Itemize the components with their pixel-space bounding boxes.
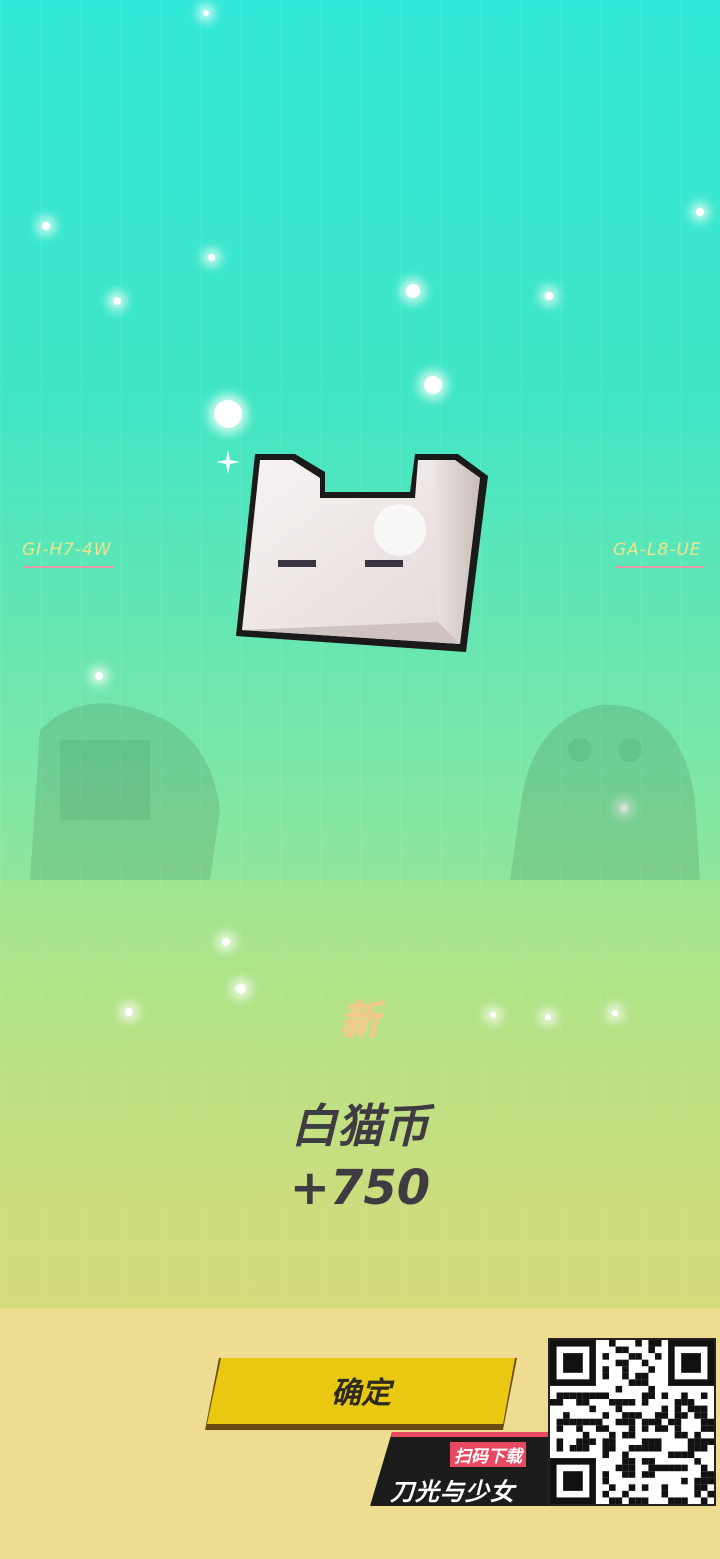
- sparkle: [545, 1014, 551, 1020]
- sparkle: [203, 10, 209, 16]
- sparkle: [42, 222, 50, 230]
- sparkle: [95, 672, 103, 680]
- left-side-code: GI-H7-4W: [22, 540, 114, 568]
- right-side-code: GA-L8-UE: [613, 540, 704, 568]
- sparkle: [208, 254, 215, 261]
- new-tag: 新: [340, 998, 380, 1044]
- left-character-silhouette: [30, 703, 220, 880]
- sparkle-star-icon: [216, 450, 240, 474]
- sparkle: [113, 297, 121, 305]
- scan-to-download-label: 扫码下载: [450, 1442, 526, 1467]
- sparkle: [214, 400, 242, 428]
- game-promo-banner: 扫码下载 刀光与少女: [370, 1432, 552, 1510]
- sparkle: [696, 208, 704, 216]
- sparkle: [424, 376, 442, 394]
- reward-amount: +750: [289, 1160, 431, 1216]
- sparkle: [125, 1008, 133, 1016]
- confirm-button-label: 确定: [331, 1376, 391, 1411]
- sparkle: [406, 284, 420, 298]
- sparkle: [545, 292, 553, 300]
- sparkle: [490, 1012, 496, 1018]
- qr-code-icon: [548, 1338, 716, 1506]
- reward-item-name: 白猫币: [291, 1099, 429, 1153]
- confirm-button[interactable]: 确定: [205, 1358, 517, 1430]
- right-character-silhouette: [510, 704, 700, 880]
- sparkle: [612, 1010, 618, 1016]
- white-cat-coin-icon: [220, 440, 500, 670]
- sparkle: [236, 984, 246, 994]
- game-title: 刀光与少女: [390, 1478, 515, 1506]
- sparkle: [222, 938, 230, 946]
